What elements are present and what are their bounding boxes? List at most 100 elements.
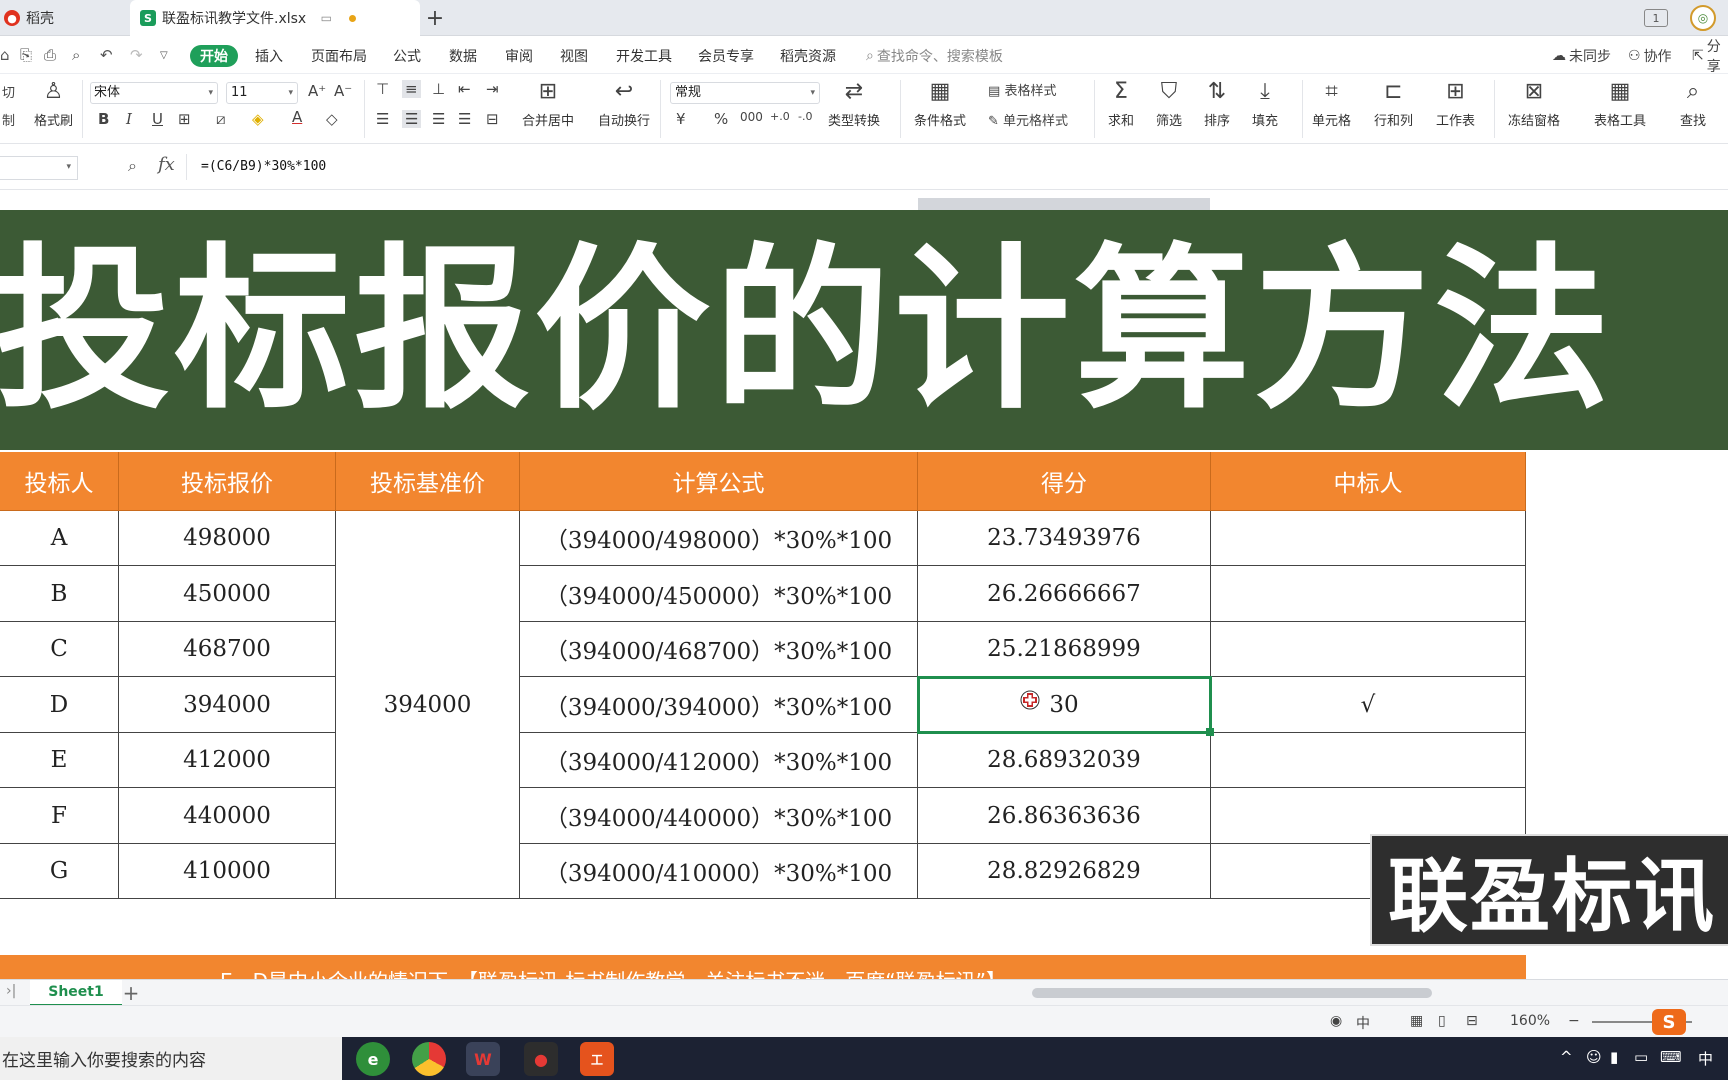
header-formula[interactable]: 计算公式	[520, 452, 918, 511]
increase-decimal-icon[interactable]: +.0	[770, 110, 790, 123]
table-row-bidder[interactable]: A	[0, 511, 119, 566]
worksheet-button[interactable]: ⊞ 工作表	[1436, 76, 1475, 129]
sort-button[interactable]: ⇅ 排序	[1204, 76, 1230, 129]
table-row-price[interactable]: 498000	[119, 511, 336, 566]
header-bidder[interactable]: 投标人	[0, 452, 119, 511]
taskbar-search-input[interactable]: 在这里输入你要搜索的内容	[0, 1037, 342, 1080]
increase-font-icon[interactable]: A⁺	[308, 82, 326, 100]
header-score[interactable]: 得分	[918, 452, 1211, 511]
browser-360-icon[interactable]: e	[356, 1042, 390, 1076]
home-icon[interactable]: ⌂	[0, 46, 10, 64]
sogou-ime-icon[interactable]: S	[1652, 1009, 1686, 1035]
fill-button[interactable]: ⤓ 填充	[1252, 76, 1278, 129]
cell-style-button[interactable]: ✎ 单元格样式	[988, 110, 1068, 129]
selected-column-header[interactable]	[918, 198, 1210, 210]
tray-ime[interactable]: 中	[1698, 1048, 1713, 1069]
normal-view-icon[interactable]: ▦	[1410, 1013, 1423, 1029]
menu-data[interactable]: 数据	[449, 45, 477, 67]
horizontal-scrollbar[interactable]	[1032, 988, 1432, 998]
sync-status-button[interactable]: ☁ 未同步	[1552, 45, 1611, 67]
menu-formulas[interactable]: 公式	[393, 45, 421, 67]
menu-daoke-resources[interactable]: 稻壳资源	[780, 45, 836, 67]
table-row-score[interactable]: 28.68932039	[918, 733, 1211, 788]
name-box[interactable]: ▾	[0, 156, 78, 180]
wrap-text-button[interactable]: ↩ 自动换行	[598, 76, 650, 129]
table-row-formula[interactable]: （394000/498000）*30%*100	[520, 511, 918, 566]
align-top-icon[interactable]: ⊤	[376, 80, 389, 98]
table-row-winner[interactable]	[1211, 622, 1526, 677]
status-ime[interactable]: 中	[1356, 1013, 1370, 1033]
table-row-formula[interactable]: （394000/440000）*30%*100	[520, 788, 918, 844]
table-row-winner[interactable]: √	[1211, 677, 1526, 733]
merge-center-button[interactable]: ⊞ 合并居中	[522, 76, 574, 129]
sum-button[interactable]: Σ 求和	[1108, 76, 1134, 129]
table-row-winner[interactable]	[1211, 733, 1526, 788]
table-row-formula[interactable]: （394000/394000）*30%*100	[520, 677, 918, 733]
format-painter-button[interactable]: ♙ 格式刷	[34, 76, 73, 129]
selected-score-cell[interactable]: 30	[917, 676, 1212, 734]
window-count-badge[interactable]: 1	[1644, 9, 1668, 27]
collab-button[interactable]: ⚇ 协作	[1628, 45, 1672, 67]
sheet-nav-icon[interactable]: ›|	[6, 983, 16, 999]
user-avatar-button[interactable]: ◎	[1688, 5, 1718, 31]
tray-user-icon[interactable]: ☺	[1586, 1048, 1602, 1066]
percent-icon[interactable]: %	[714, 110, 728, 128]
table-row-bidder[interactable]: G	[0, 844, 119, 899]
distributed-icon[interactable]: ⊟	[486, 110, 499, 128]
menu-member[interactable]: 会员专享	[698, 45, 754, 67]
cell-button[interactable]: ⌗ 单元格	[1312, 76, 1351, 129]
sheet-tab-sheet1[interactable]: Sheet1	[30, 980, 122, 1006]
row-col-button[interactable]: ⊏ 行和列	[1374, 76, 1413, 129]
table-row-formula[interactable]: （394000/468700）*30%*100	[520, 622, 918, 677]
header-base-price[interactable]: 投标基准价	[336, 452, 520, 511]
zoom-formula-icon[interactable]: ⌕	[128, 156, 137, 176]
align-bottom-icon[interactable]: ⊥	[432, 80, 445, 98]
font-color-icon[interactable]: A	[292, 108, 302, 126]
table-row-price[interactable]: 394000	[119, 677, 336, 733]
table-row-formula[interactable]: （394000/410000）*30%*100	[520, 844, 918, 899]
screen-recorder-icon[interactable]: ●	[524, 1042, 558, 1076]
share-button[interactable]: ⇱ 分享	[1692, 39, 1728, 75]
menu-insert[interactable]: 插入	[255, 45, 283, 67]
borders-icon[interactable]: ⊞	[178, 110, 191, 128]
tray-network-icon[interactable]: ▭	[1634, 1048, 1648, 1066]
table-row-score[interactable]: 28.82926829	[918, 844, 1211, 899]
cut-button[interactable]: 切	[2, 82, 15, 101]
number-format-select[interactable]: 常规 ▾	[670, 82, 820, 104]
table-row-score[interactable]: 26.86363636	[918, 788, 1211, 844]
conditional-format-button[interactable]: ▦ 条件格式	[914, 76, 966, 129]
new-tab-button[interactable]: +	[420, 3, 450, 33]
bold-icon[interactable]: B	[98, 110, 109, 128]
table-row-formula[interactable]: （394000/450000）*30%*100	[520, 566, 918, 622]
table-row-bidder[interactable]: B	[0, 566, 119, 622]
fill-handle[interactable]	[1206, 728, 1214, 736]
increase-indent-icon[interactable]: ⇥	[486, 80, 499, 98]
formula-input[interactable]: =(C6/B9)*30%*100	[186, 154, 1728, 180]
notes-row[interactable]: E、D是中小企业的情况下，【联盈标讯-标书制作教学，关注标书不迷，百度“联盈标讯…	[0, 955, 1526, 979]
page-break-view-icon[interactable]: ⊟	[1466, 1013, 1478, 1029]
header-winner[interactable]: 中标人	[1211, 452, 1526, 511]
font-size-select[interactable]: 11 ▾	[226, 82, 298, 104]
table-row-price[interactable]: 410000	[119, 844, 336, 899]
fill-color-icon[interactable]: ◈	[252, 110, 264, 128]
menu-home[interactable]: 开始	[190, 45, 238, 67]
undo-icon[interactable]: ↶	[100, 46, 113, 64]
table-row-score[interactable]: 23.73493976	[918, 511, 1211, 566]
page-layout-view-icon[interactable]: ▯	[1438, 1013, 1446, 1029]
font-name-select[interactable]: 宋体 ▾	[90, 82, 218, 104]
table-row-winner[interactable]	[1211, 566, 1526, 622]
header-bid-price[interactable]: 投标报价	[119, 452, 336, 511]
work-app-icon[interactable]: 工	[580, 1042, 614, 1076]
menu-page-layout[interactable]: 页面布局	[311, 45, 367, 67]
table-style-button[interactable]: ▤ 表格样式	[988, 80, 1056, 99]
tray-keyboard-icon[interactable]: ⌨	[1660, 1048, 1682, 1066]
decrease-indent-icon[interactable]: ⇤	[458, 80, 471, 98]
table-row-bidder[interactable]: E	[0, 733, 119, 788]
command-search[interactable]: ⌕ 查找命令、搜索模板	[866, 45, 1003, 67]
currency-icon[interactable]: ¥	[676, 110, 686, 128]
clear-format-icon[interactable]: ◇	[326, 110, 338, 128]
find-button[interactable]: ⌕ 查找	[1680, 76, 1706, 129]
chrome-icon[interactable]	[412, 1042, 446, 1076]
menu-developer[interactable]: 开发工具	[616, 45, 672, 67]
table-row-price[interactable]: 450000	[119, 566, 336, 622]
